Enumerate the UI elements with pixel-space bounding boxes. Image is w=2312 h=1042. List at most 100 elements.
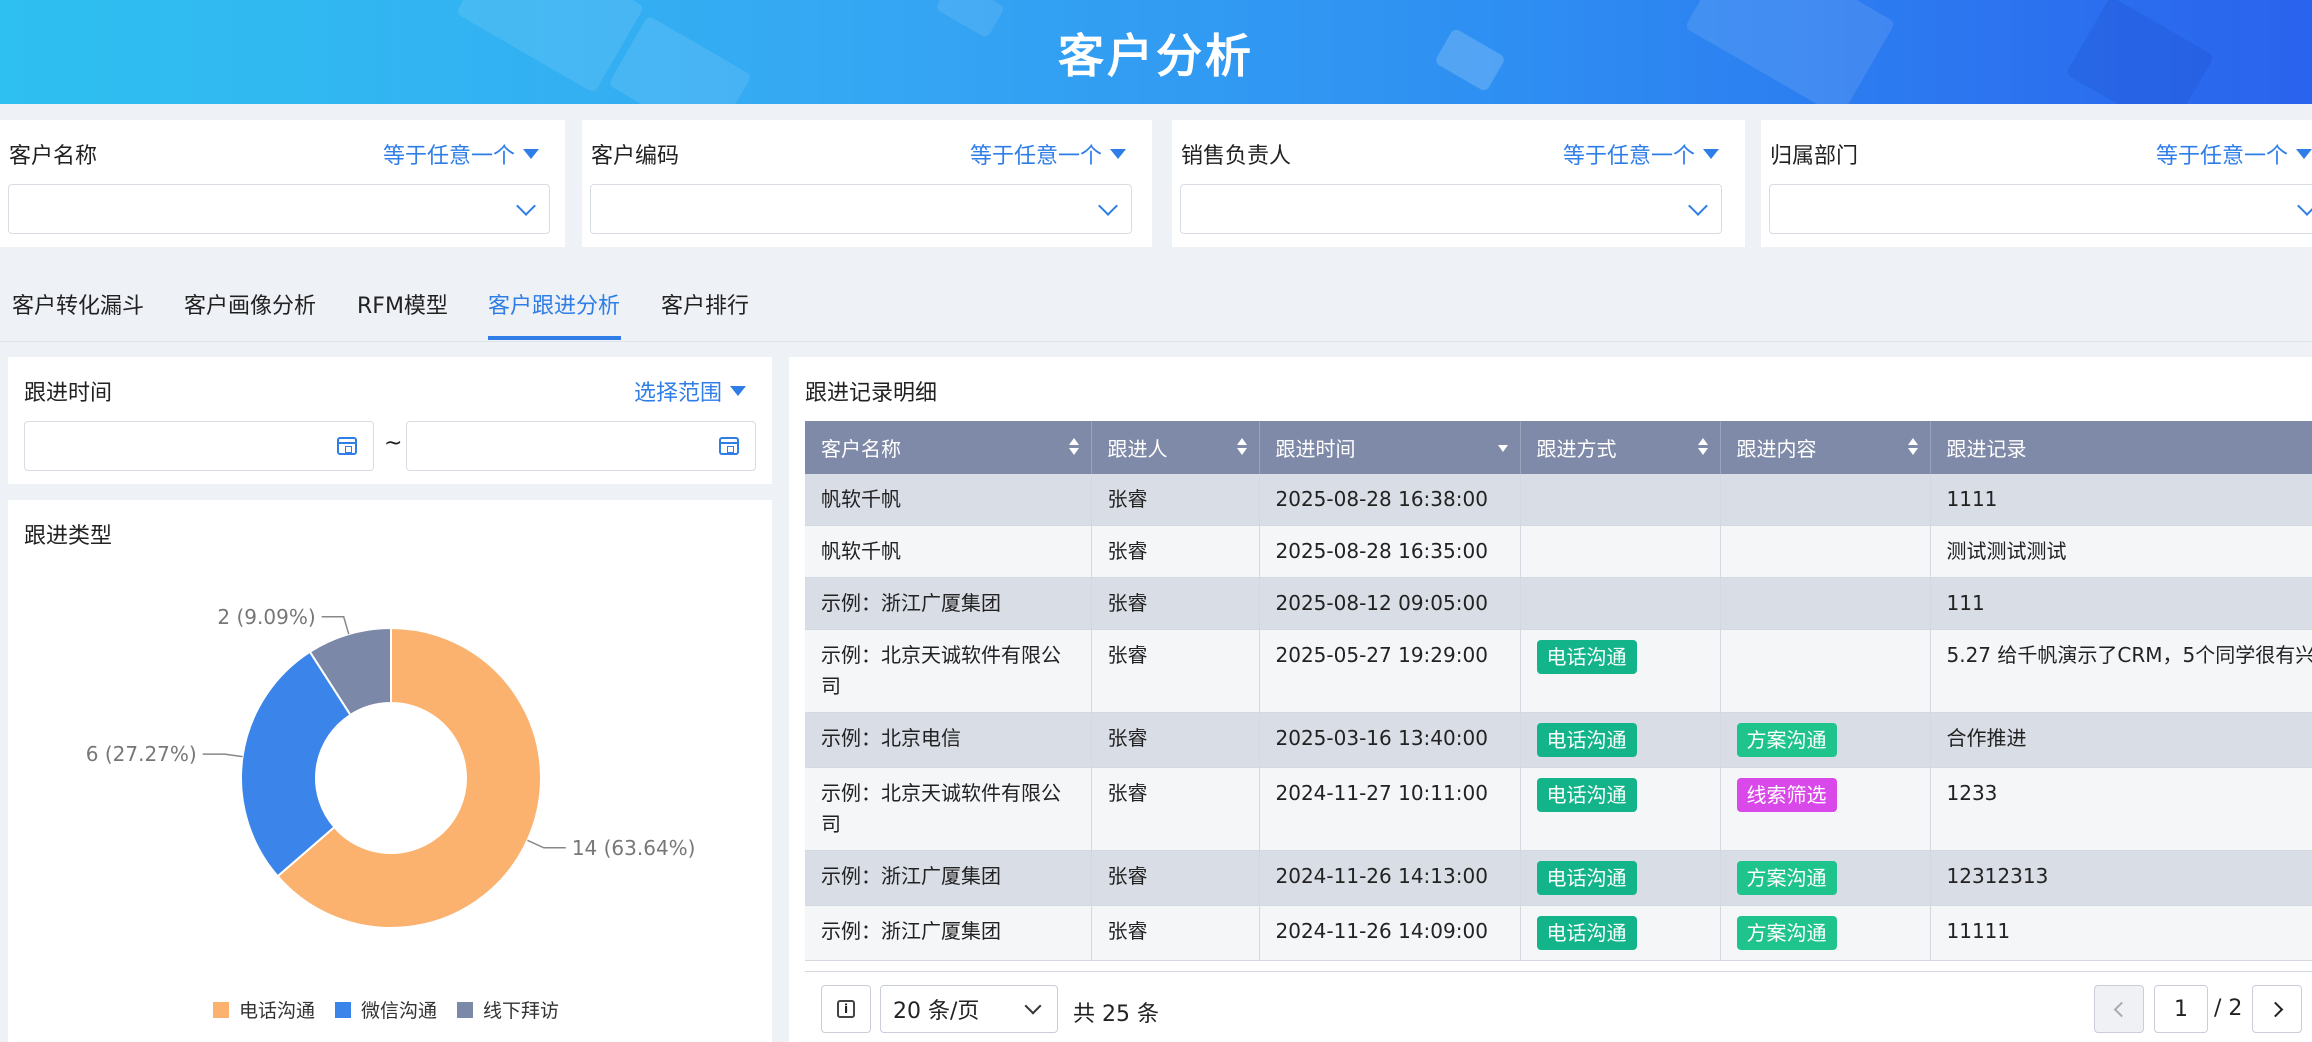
start-date-input[interactable] <box>24 421 374 471</box>
column-header-label: 客户名称 <box>821 437 901 461</box>
filter-select[interactable] <box>1180 184 1722 234</box>
table-row[interactable]: 示例：浙江广厦集团 张睿 2024-11-26 14:13:00 电话沟通 方案沟通 12… <box>805 850 2312 906</box>
label-leader-line <box>202 753 243 758</box>
chevron-down-icon <box>1024 997 1042 1015</box>
tab-funnel[interactable]: 客户转化漏斗 <box>12 288 144 320</box>
column-header-label: 跟进时间 <box>1275 437 1356 461</box>
pagination-bar: i 20 条/页 共 25 条 1 / 2 <box>805 971 2312 1042</box>
follow-time-cell: 2025-08-28 16:38:00 <box>1259 474 1521 526</box>
page-size-label: 20 条/页 <box>893 999 980 1024</box>
tab-ranking[interactable]: 客户排行 <box>661 288 749 320</box>
column-header-time[interactable]: 跟进时间 <box>1259 421 1521 474</box>
filter-mode-dropdown[interactable]: 等于任意一个 <box>970 138 1126 170</box>
date-filter-label: 跟进时间 <box>24 381 113 406</box>
legend-item-wechat[interactable]: 微信沟通 <box>334 996 437 1023</box>
legend-swatch <box>212 1001 229 1018</box>
chevron-down-icon <box>516 196 536 216</box>
end-date-input[interactable] <box>406 421 756 471</box>
chevron-down-icon <box>2297 196 2312 216</box>
sort-icon[interactable] <box>1068 438 1079 456</box>
date-mode-dropdown[interactable]: 选择范围 <box>634 375 746 407</box>
follow-method-cell: 电话沟通 <box>1520 629 1721 713</box>
label-leader-line <box>321 616 350 635</box>
table-scroll-area[interactable]: 客户名称 跟进人 跟进时间 跟进方式 跟进内容 跟进记录 帆软千帆 张睿 2025-… <box>805 421 2312 971</box>
filter-select[interactable] <box>8 184 550 234</box>
filter-mode-dropdown[interactable]: 等于任意一个 <box>2156 138 2312 170</box>
chevron-down-icon <box>1688 196 1708 216</box>
follow-time-cell: 2025-05-27 19:29:00 <box>1259 629 1521 713</box>
table-row[interactable]: 示例：北京天诚软件有限公司 张睿 2025-05-27 19:29:00 电话沟通 5.… <box>805 629 2312 713</box>
table-row[interactable]: 示例：北京天诚软件有限公司 张睿 2024-11-27 10:11:00 电话沟通 线索… <box>805 767 2312 851</box>
customer-name-cell: 示例：浙江广厦集团 <box>805 577 1092 630</box>
slice-data-label: 14 (63.64%) <box>572 836 696 860</box>
calendar-icon[interactable] <box>719 437 739 455</box>
table-row[interactable]: 帆软千帆 张睿 2025-08-28 16:35:00 测试测试测试 <box>805 525 2312 578</box>
follow-method-cell: 电话沟通 <box>1520 767 1721 851</box>
donut-chart: 14 (63.64%) 6 (27.27%) 2 (9.09%) <box>86 605 696 929</box>
column-header-label: 跟进记录 <box>1946 437 2027 461</box>
follow-method-cell: 电话沟通 <box>1520 712 1721 768</box>
method-tag: 电话沟通 <box>1536 640 1637 674</box>
caret-down-icon <box>730 386 746 396</box>
content-tag: 线索筛选 <box>1736 778 1837 812</box>
header-banner: 客户分析 <box>0 0 2312 104</box>
filter-select[interactable] <box>590 184 1132 234</box>
follow-record-cell: 11111 <box>1930 905 2312 961</box>
follow-time-cell: 2024-11-26 14:13:00 <box>1259 850 1521 906</box>
column-header-customer[interactable]: 客户名称 <box>805 421 1092 474</box>
column-header-content[interactable]: 跟进内容 <box>1720 421 1931 474</box>
method-tag: 电话沟通 <box>1536 861 1637 895</box>
page-number-input[interactable]: 1 <box>2154 985 2208 1033</box>
filter-select[interactable] <box>1769 184 2312 234</box>
follow-time-cell: 2025-08-12 09:05:00 <box>1259 577 1521 630</box>
column-header-person[interactable]: 跟进人 <box>1091 421 1260 474</box>
table-row[interactable]: 示例：北京电信 张睿 2025-03-16 13:40:00 电话沟通 方案沟通 合作推进 <box>805 712 2312 768</box>
follow-person-cell: 张睿 <box>1091 850 1260 906</box>
follow-record-cell: 5.27 给千帆演示了CRM，5个同学很有兴趣 <box>1930 629 2312 713</box>
slice-data-label: 2 (9.09%) <box>217 605 315 629</box>
filter-department: 归属部门 等于任意一个 <box>1761 120 2312 247</box>
column-header-record[interactable]: 跟进记录 <box>1930 421 2312 474</box>
table-row[interactable]: 示例：浙江广厦集团 张睿 2025-08-12 09:05:00 111 <box>805 577 2312 630</box>
sort-desc-icon[interactable] <box>1497 438 1508 456</box>
follow-content-cell: 方案沟通 <box>1720 850 1931 906</box>
page-title: 客户分析 <box>1058 29 1254 83</box>
table-row[interactable]: 帆软千帆 张睿 2025-08-28 16:38:00 1111 <box>805 474 2312 526</box>
filter-label: 客户编码 <box>591 144 680 169</box>
filter-label: 销售负责人 <box>1181 144 1292 169</box>
tab-rfm[interactable]: RFM模型 <box>357 288 448 320</box>
tab-follow-up[interactable]: 客户跟进分析 <box>488 288 620 320</box>
filter-mode-dropdown[interactable]: 等于任意一个 <box>383 138 539 170</box>
follow-record-cell: 12312313 <box>1930 850 2312 906</box>
label-leader-line <box>527 839 566 849</box>
calendar-icon[interactable] <box>337 437 357 455</box>
prev-page-button[interactable] <box>2094 985 2144 1033</box>
caret-down-icon <box>2296 149 2312 159</box>
column-header-label: 跟进内容 <box>1736 437 1817 461</box>
sort-icon[interactable] <box>1907 438 1918 456</box>
customer-name-cell: 帆软千帆 <box>805 474 1092 526</box>
chart-legend: 电话沟通 微信沟通 线下拜访 <box>0 996 772 1023</box>
tab-portrait[interactable]: 客户画像分析 <box>184 288 316 320</box>
page-size-select[interactable]: 20 条/页 <box>880 985 1058 1033</box>
legend-item-phone[interactable]: 电话沟通 <box>212 996 315 1023</box>
next-page-button[interactable] <box>2252 985 2302 1033</box>
table-row[interactable]: 示例：浙江广厦集团 张睿 2024-11-26 14:09:00 电话沟通 方案沟通 11… <box>805 905 2312 961</box>
follow-up-table: 客户名称 跟进人 跟进时间 跟进方式 跟进内容 跟进记录 帆软千帆 张睿 2025-… <box>805 421 2312 961</box>
follow-record-cell: 1233 <box>1930 767 2312 851</box>
follow-content-cell <box>1720 525 1931 578</box>
follow-record-cell: 合作推进 <box>1930 712 2312 768</box>
sort-icon[interactable] <box>1236 438 1247 456</box>
filter-customer-name: 客户名称 等于任意一个 <box>0 120 565 247</box>
follow-method-cell <box>1520 577 1721 630</box>
method-tag: 电话沟通 <box>1536 723 1637 757</box>
follow-time-cell: 2024-11-27 10:11:00 <box>1259 767 1521 851</box>
filter-mode-dropdown[interactable]: 等于任意一个 <box>1563 138 1719 170</box>
column-header-method[interactable]: 跟进方式 <box>1520 421 1721 474</box>
date-mode-label: 选择范围 <box>633 381 722 406</box>
column-settings-button[interactable]: i <box>821 985 871 1033</box>
legend-item-visit[interactable]: 线下拜访 <box>457 996 559 1023</box>
follow-time-cell: 2024-11-26 14:09:00 <box>1259 905 1521 961</box>
follow-method-cell: 电话沟通 <box>1520 905 1721 961</box>
sort-icon[interactable] <box>1697 438 1708 456</box>
